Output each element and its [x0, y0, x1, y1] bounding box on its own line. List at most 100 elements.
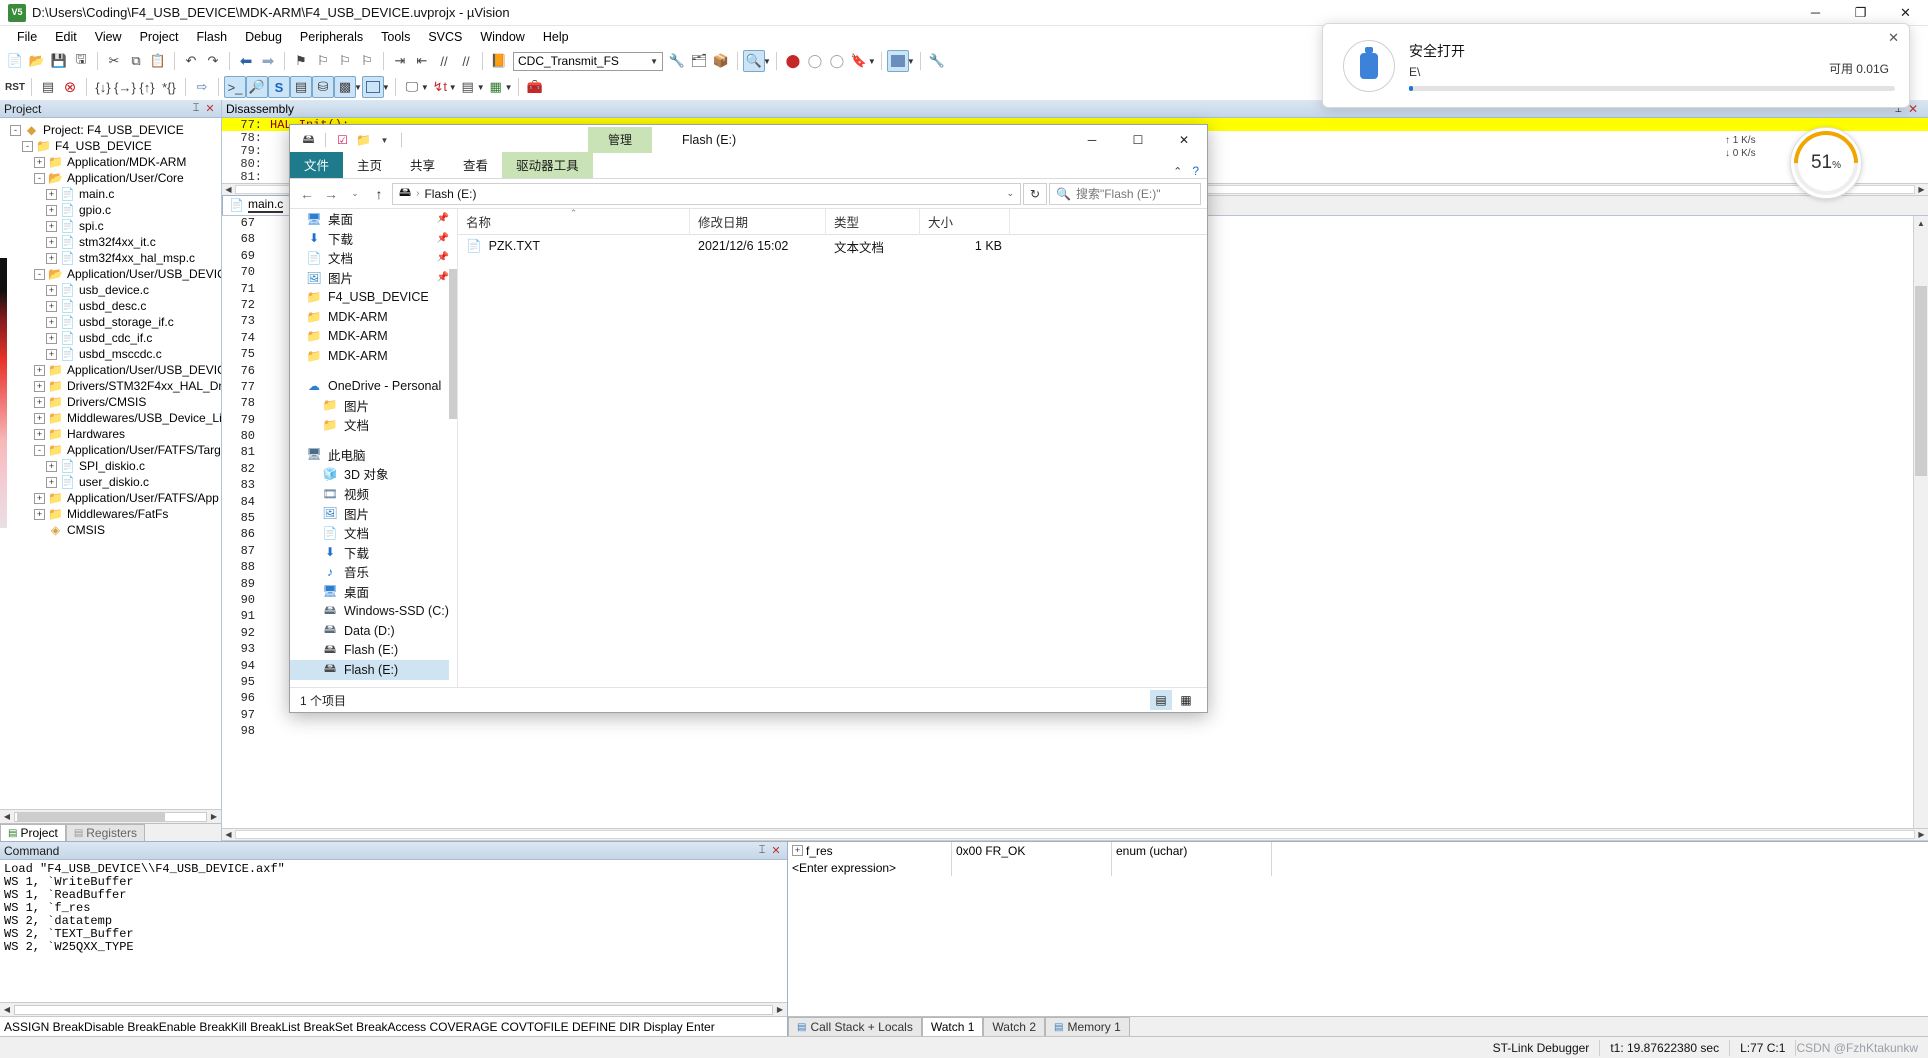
collapse-icon[interactable]: -	[34, 445, 45, 456]
nav-item[interactable]: 🖥桌面📌	[290, 209, 457, 229]
symbols-window-icon[interactable]: S	[268, 76, 290, 98]
tree-node[interactable]: +📄usb_device.c	[0, 282, 221, 298]
search-input[interactable]: 🔍 搜索"Flash (E:)"	[1049, 183, 1201, 205]
menu-item-debug[interactable]: Debug	[236, 28, 291, 46]
new-folder-icon[interactable]: 📁	[355, 132, 372, 149]
file-row[interactable]: 📄PZK.TXT2021/12/6 15:02文本文档1 KB	[458, 235, 1207, 257]
tree-node[interactable]: +📁Drivers/CMSIS	[0, 394, 221, 410]
menu-item-view[interactable]: View	[86, 28, 131, 46]
expand-icon[interactable]: +	[34, 397, 45, 408]
scroll-right-icon[interactable]: ▶	[773, 1005, 787, 1014]
uncomment-icon[interactable]: //	[455, 50, 477, 72]
project-tab-project[interactable]: ▤Project	[0, 824, 66, 841]
disassembly-window-icon[interactable]: 🔎	[246, 76, 268, 98]
command-window-icon[interactable]: >_	[224, 76, 246, 98]
customize-dropdown-icon[interactable]: ▼	[376, 132, 393, 149]
nav-item[interactable]: 📄文档📌	[290, 248, 457, 268]
scroll-thumb[interactable]	[17, 813, 165, 821]
expand-icon[interactable]: +	[46, 221, 57, 232]
nav-item[interactable]: 🖴Flash (E:)	[290, 660, 457, 680]
show-next-statement-icon[interactable]: ⇨	[191, 76, 213, 98]
indent-icon[interactable]: ⇥	[389, 50, 411, 72]
step-out-icon[interactable]: {↑}	[136, 76, 158, 98]
tree-node[interactable]: -◆Project: F4_USB_DEVICE	[0, 122, 221, 138]
explorer-close-button[interactable]: ✕	[1161, 125, 1207, 155]
menu-item-project[interactable]: Project	[131, 28, 188, 46]
editor-hscrollbar[interactable]: ◀ ▶	[222, 828, 1928, 841]
nav-item[interactable]: ⬇下载📌	[290, 229, 457, 249]
close-icon[interactable]: ✕	[1908, 102, 1924, 116]
command-hscrollbar[interactable]: ◀ ▶	[0, 1002, 787, 1016]
memory-windows-icon[interactable]	[362, 76, 384, 98]
window-layout-icon[interactable]	[887, 50, 909, 72]
ribbon-tab-2[interactable]: 共享	[396, 152, 449, 178]
paste-icon[interactable]: 📋	[147, 50, 169, 72]
new-file-icon[interactable]: 📄	[4, 50, 26, 72]
tree-node[interactable]: +📄SPI_diskio.c	[0, 458, 221, 474]
expand-icon[interactable]: +	[46, 461, 57, 472]
target-options-icon[interactable]: 🔧	[666, 50, 688, 72]
cut-icon[interactable]: ✂	[103, 50, 125, 72]
run-icon[interactable]: ▤	[37, 76, 59, 98]
expand-icon[interactable]: +	[46, 253, 57, 264]
serial-windows-icon[interactable]: 🖵	[401, 76, 423, 98]
explorer-maximize-button[interactable]: ☐	[1115, 125, 1161, 155]
properties-icon[interactable]: ☑	[334, 132, 351, 149]
menu-item-help[interactable]: Help	[534, 28, 578, 46]
close-icon[interactable]: ✕	[769, 844, 783, 857]
editor-tab-main-c[interactable]: 📄 main.c	[222, 195, 292, 215]
ribbon-tab-0[interactable]: 文件	[290, 152, 343, 178]
expand-icon[interactable]: +	[46, 237, 57, 248]
drive-icon[interactable]: 🖴	[300, 132, 317, 149]
chevron-down-icon[interactable]: ▼	[763, 57, 771, 66]
copy-icon[interactable]: ⧉	[125, 50, 147, 72]
save-all-icon[interactable]: 🖫	[70, 50, 92, 72]
bookmark-toggle-icon[interactable]: ⚑	[290, 50, 312, 72]
project-hscrollbar[interactable]: ◀ ▶	[0, 809, 221, 823]
tree-node[interactable]: +📁Middlewares/FatFs	[0, 506, 221, 522]
menu-item-tools[interactable]: Tools	[372, 28, 419, 46]
chevron-down-icon[interactable]: ▼	[421, 83, 429, 92]
nav-item[interactable]: 📁文档	[290, 415, 457, 435]
close-button[interactable]: ✕	[1883, 0, 1928, 26]
expand-icon[interactable]: +	[46, 285, 57, 296]
bookmark-clear-icon[interactable]: ⚐	[356, 50, 378, 72]
expand-icon[interactable]: +	[34, 365, 45, 376]
disable-breakpoint-icon[interactable]: ◯	[804, 50, 826, 72]
scroll-left-icon[interactable]: ◀	[222, 830, 235, 839]
command-input[interactable]: ASSIGN BreakDisable BreakEnable BreakKil…	[0, 1016, 787, 1036]
step-into-icon[interactable]: {↓}	[92, 76, 114, 98]
nav-item[interactable]: ♪音乐	[290, 562, 457, 582]
scroll-right-icon[interactable]: ▶	[1915, 185, 1928, 194]
expand-icon[interactable]: +	[34, 413, 45, 424]
breadcrumb-current[interactable]: Flash (E:)	[424, 187, 476, 201]
cpu-usage-gauge[interactable]: 51%	[1790, 127, 1862, 199]
up-icon[interactable]: ↑	[368, 183, 390, 205]
column-header-type[interactable]: 类型	[826, 209, 920, 235]
tree-node[interactable]: +📁Hardwares	[0, 426, 221, 442]
expand-icon[interactable]: +	[34, 381, 45, 392]
tree-node[interactable]: +📄user_diskio.c	[0, 474, 221, 490]
maximize-button[interactable]: ❐	[1838, 0, 1883, 26]
chevron-down-icon[interactable]: ▼	[382, 83, 390, 92]
chevron-down-icon[interactable]: ▼	[477, 83, 485, 92]
collapse-icon[interactable]: -	[22, 141, 33, 152]
close-icon[interactable]: ✕	[203, 102, 217, 115]
pack-installer-icon[interactable]: 📦	[710, 50, 732, 72]
scroll-up-icon[interactable]: ▲	[1914, 216, 1928, 231]
save-icon[interactable]: 💾	[48, 50, 70, 72]
nav-item[interactable]: 📁图片	[290, 395, 457, 415]
expand-icon[interactable]: +	[46, 301, 57, 312]
nav-item[interactable]: 🖴Flash (E:)	[290, 640, 457, 660]
expand-icon[interactable]: +	[34, 509, 45, 520]
expand-icon[interactable]: +	[46, 349, 57, 360]
tree-node[interactable]: +📁Application/User/FATFS/App	[0, 490, 221, 506]
expand-icon[interactable]: +	[46, 205, 57, 216]
open-target-icon[interactable]: 📙	[488, 50, 510, 72]
bookmark-prev-icon[interactable]: ⚐	[312, 50, 334, 72]
scroll-left-icon[interactable]: ◀	[0, 1005, 14, 1014]
expand-icon[interactable]: +	[46, 189, 57, 200]
configuration-wizard-icon[interactable]: 🔧	[926, 50, 948, 72]
address-box[interactable]: 🖴 › Flash (E:) ⌄	[392, 183, 1021, 205]
nav-item[interactable]: 🖥此电脑	[290, 445, 457, 465]
